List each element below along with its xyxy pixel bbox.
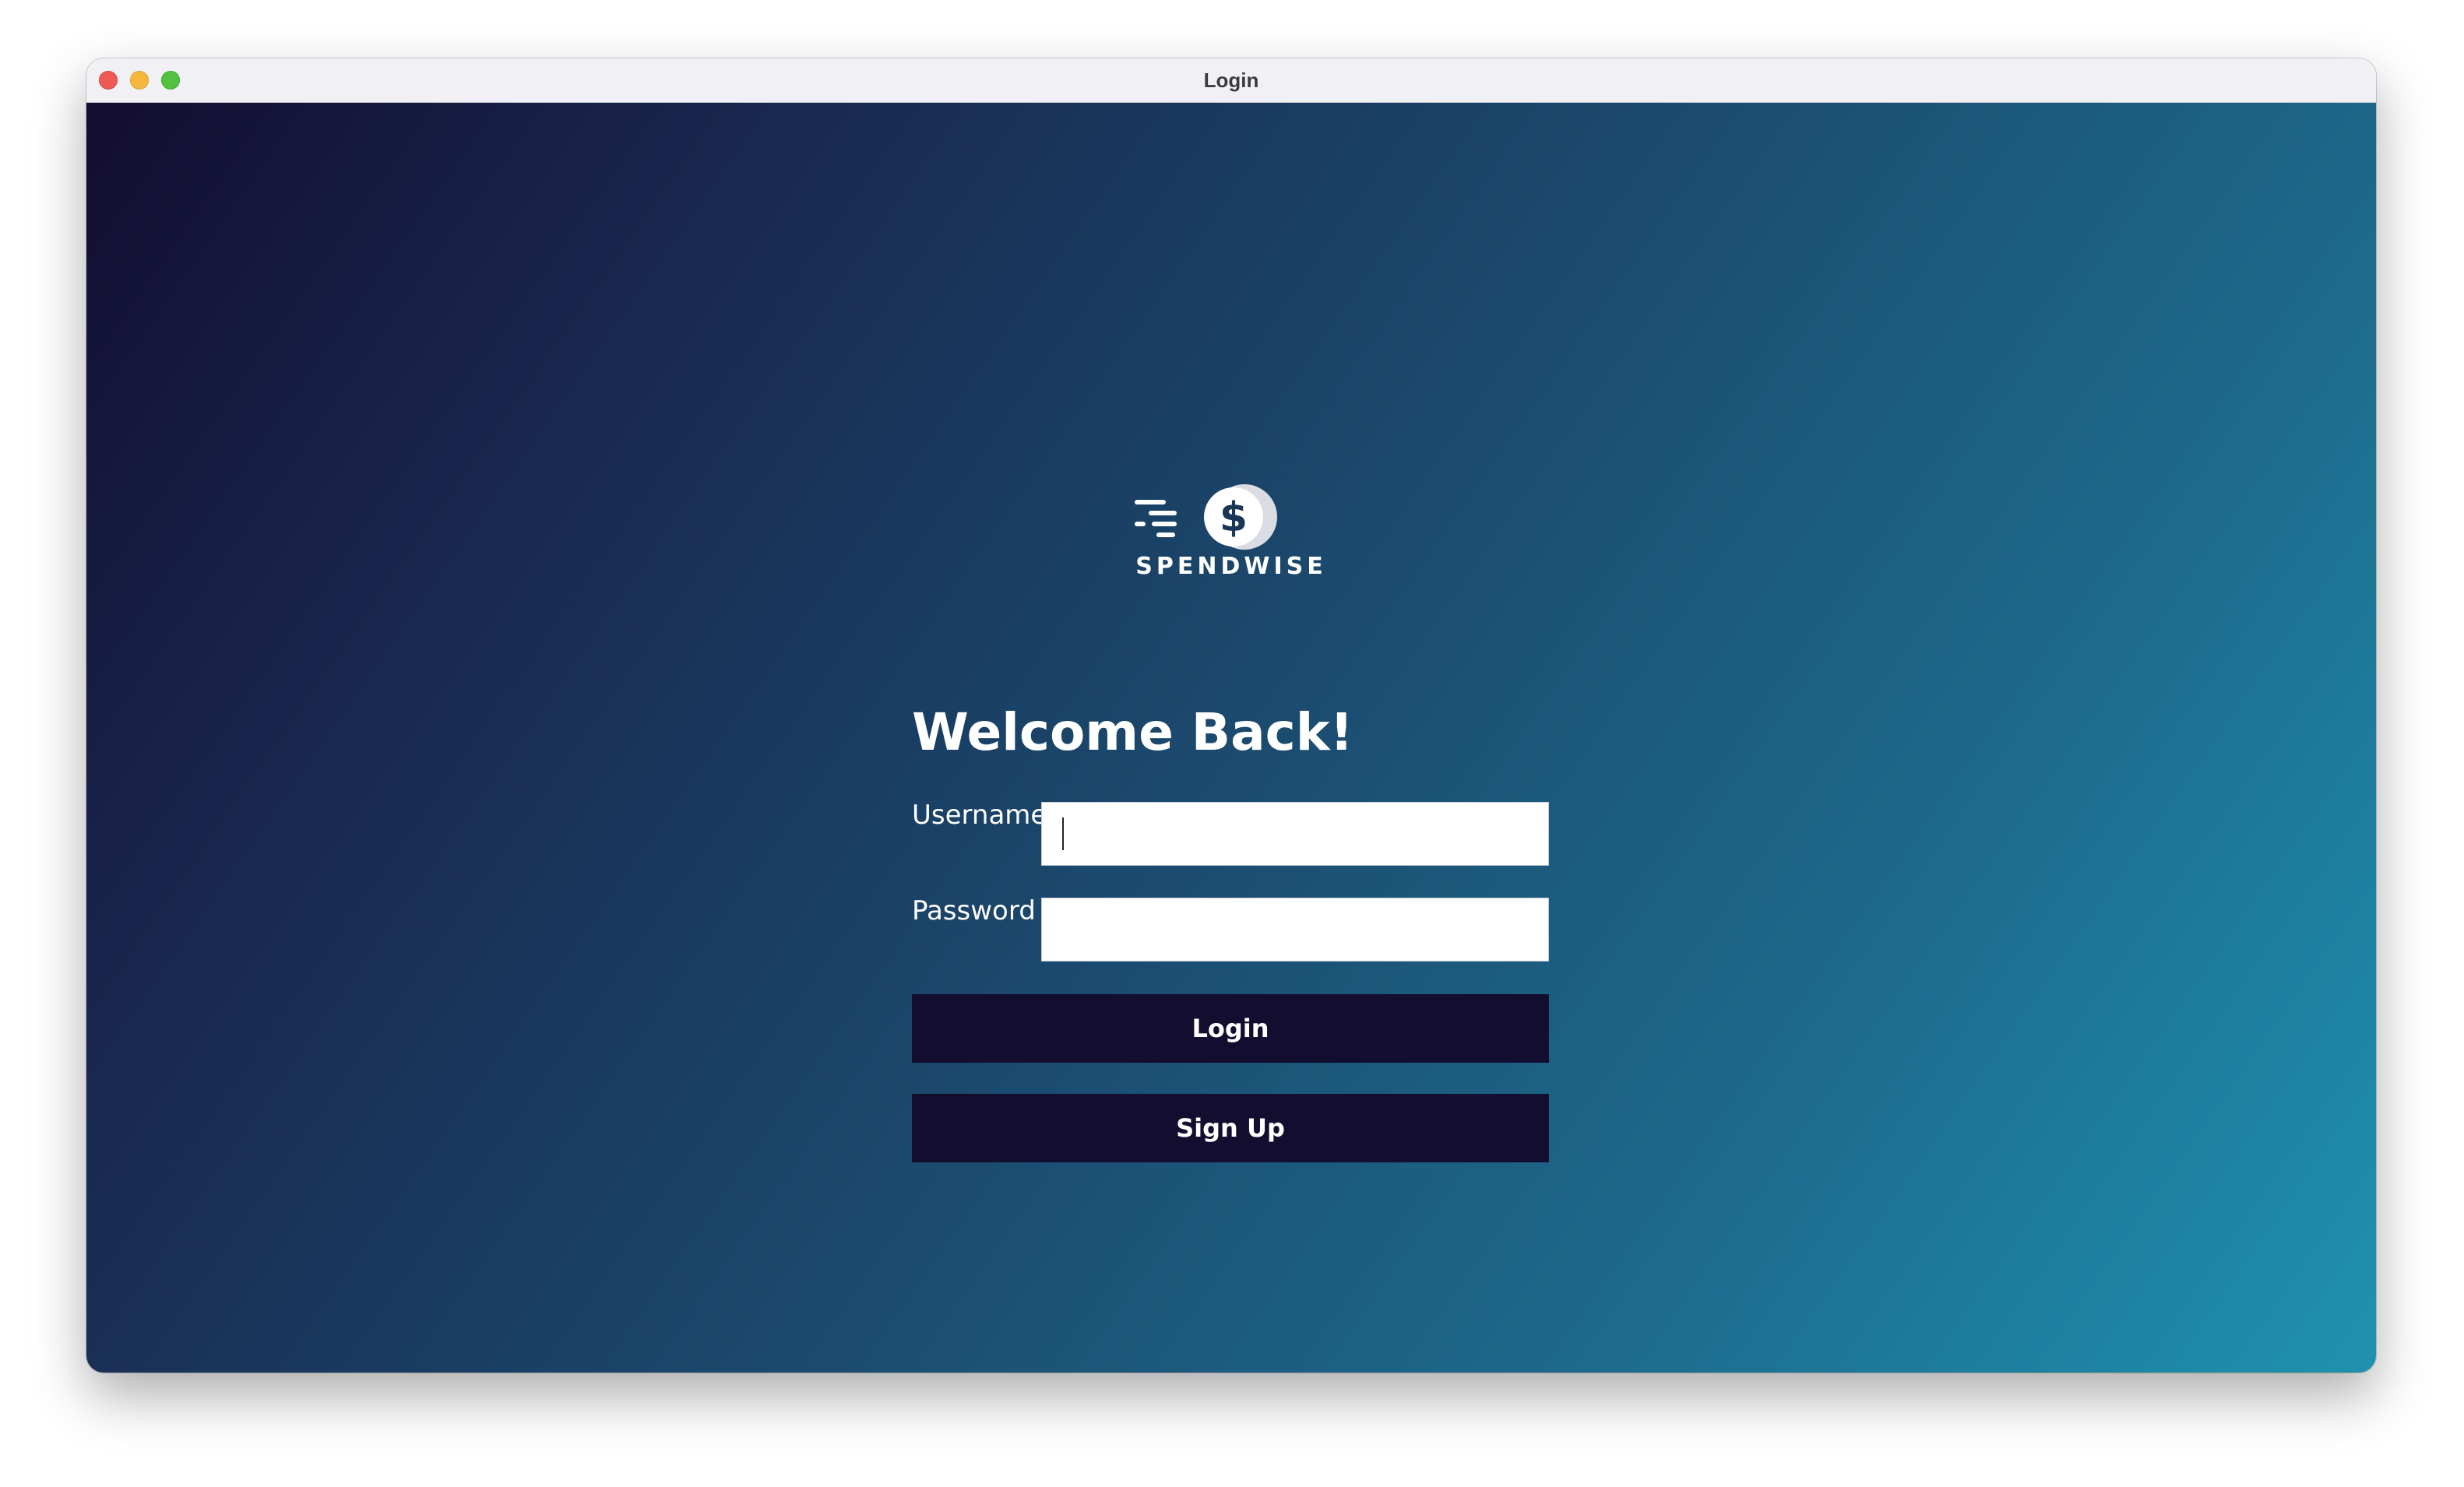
- dollar-coin-speed-icon: $: [1135, 484, 1277, 550]
- sign-up-button[interactable]: Sign Up: [912, 1094, 1549, 1162]
- title-bar: Login: [86, 58, 2376, 103]
- brand-name: SPENDWISE: [1135, 553, 1327, 580]
- text-cursor: [1062, 817, 1064, 850]
- app-logo: $ SPENDWISE: [1107, 469, 1356, 593]
- password-label: Password: [912, 895, 1036, 926]
- login-window: Login $ SPENDWISE Welcome Back! Username: [86, 58, 2376, 1373]
- login-button[interactable]: Login: [912, 994, 1549, 1063]
- svg-text:$: $: [1220, 494, 1248, 541]
- password-input[interactable]: [1041, 898, 1549, 961]
- window-title: Login: [1203, 69, 1259, 92]
- login-screen: $ SPENDWISE Welcome Back! Username Passw…: [86, 103, 2376, 1373]
- username-label: Username: [912, 800, 1047, 831]
- welcome-heading: Welcome Back!: [912, 702, 1353, 762]
- username-input[interactable]: [1041, 802, 1549, 866]
